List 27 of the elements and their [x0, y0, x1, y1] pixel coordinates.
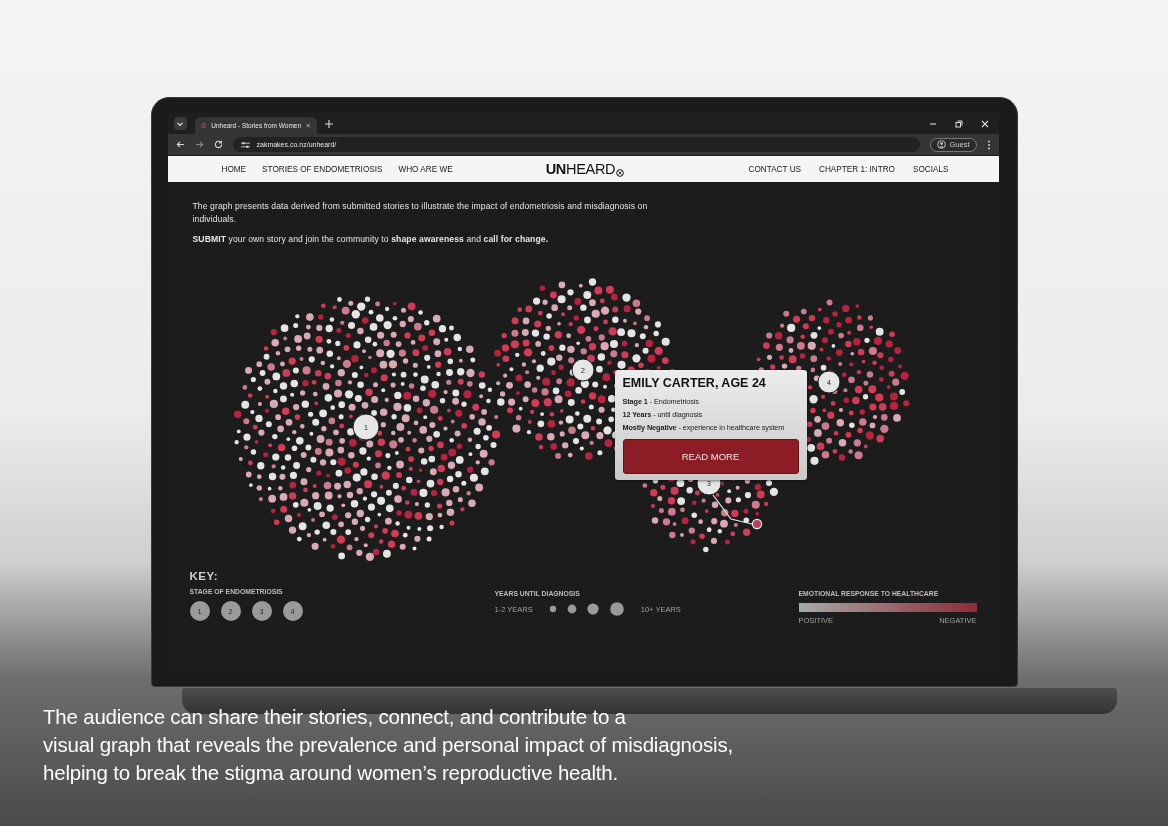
reload-icon[interactable]	[213, 140, 223, 149]
nav-link[interactable]: HOME	[221, 164, 247, 174]
more-icon[interactable]	[986, 139, 991, 150]
person-icon	[937, 140, 947, 149]
logo-icon	[200, 121, 207, 130]
leader-line	[711, 494, 762, 530]
close-icon[interactable]	[980, 119, 989, 128]
intro-text: The graph presents data derived from submitted stories to illustrate the impact of endometriosis and misdiagnosis on individuals.	[192, 200, 649, 226]
intro-text: SUBMIT your own story and join the community to shape awareness and call for change.	[192, 233, 550, 246]
dot-cluster[interactable]	[233, 296, 500, 561]
nav-link[interactable]: CONTACT US	[748, 164, 801, 174]
restore-icon[interactable]	[954, 119, 963, 128]
read-more-button[interactable]: READ MORE	[622, 439, 799, 474]
story-title: EMILY CARTER, AGE 24	[622, 376, 767, 390]
tab-list-button[interactable]	[173, 117, 187, 130]
sliders-icon	[240, 140, 250, 149]
key-title: KEY:	[189, 570, 220, 582]
forward-icon[interactable]	[194, 140, 204, 149]
nav-link[interactable]: WHO ARE WE	[398, 164, 453, 174]
nav-link[interactable]: CHAPTER 1: INTRO	[819, 164, 895, 174]
nav-link[interactable]: SOCIALS	[913, 164, 949, 174]
site-logo[interactable]: UNHEARD	[545, 161, 616, 177]
back-icon[interactable]	[175, 140, 185, 149]
nav-link[interactable]: STORIES OF ENDOMETRIOSIS	[262, 164, 383, 174]
caption-text: The audience can share their stories, connect, and contribute to a visual graph that reveals the prevalence and personal impact of misdiagnosis, helping to break the stigma around women’s reproductive health.	[43, 704, 733, 786]
new-tab-icon[interactable]	[324, 119, 333, 128]
logo-icon	[616, 169, 625, 177]
